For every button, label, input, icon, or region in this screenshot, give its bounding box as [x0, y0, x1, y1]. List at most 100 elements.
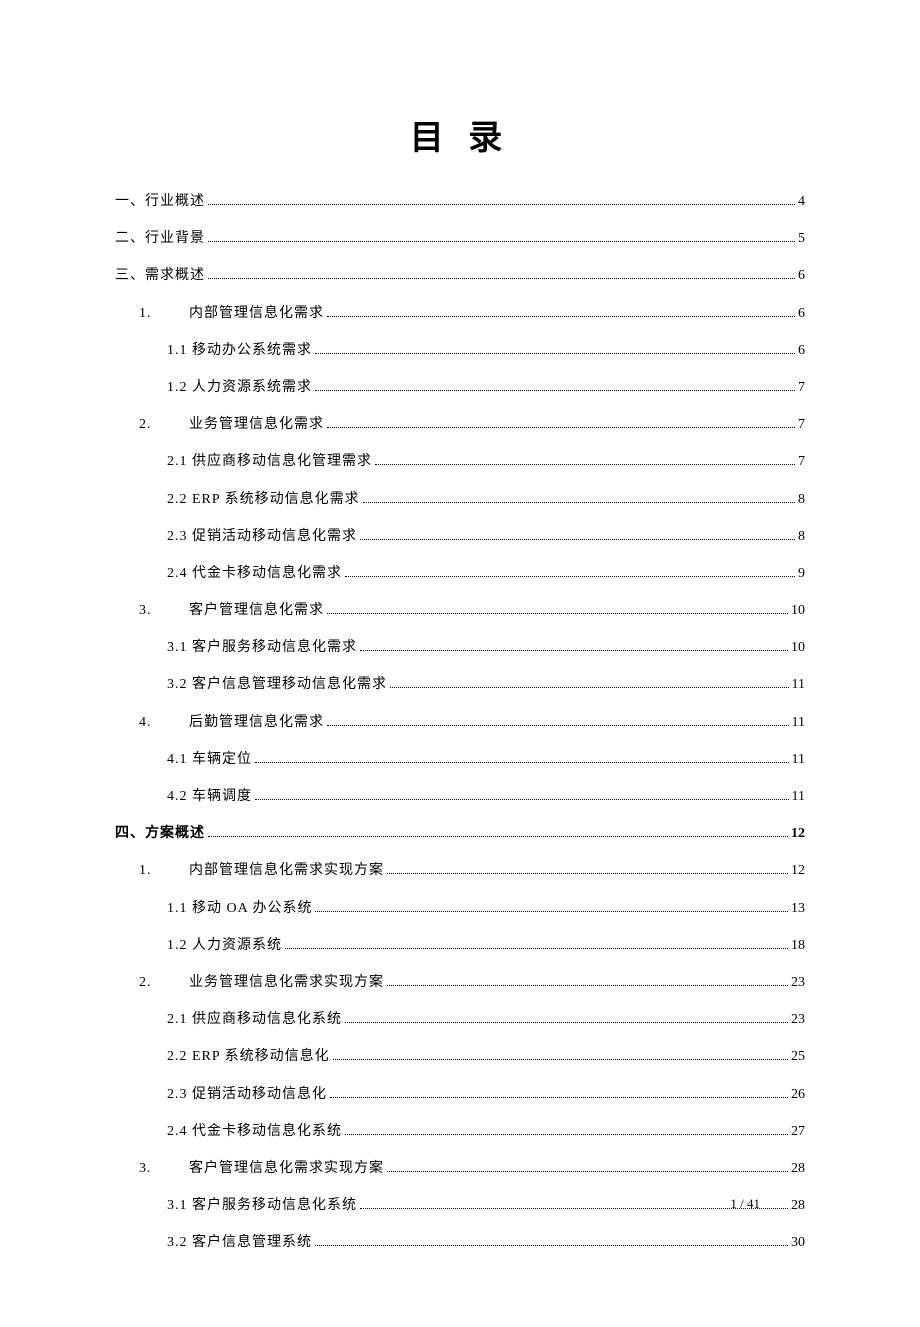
toc-leader-dots — [345, 1134, 788, 1135]
toc-entry-page: 7 — [798, 412, 805, 437]
toc-leader-dots — [387, 1171, 788, 1172]
toc-entry[interactable]: 4.后勤管理信息化需求11 — [115, 710, 805, 735]
toc-entry-label: 2.4 代金卡移动信息化需求 — [167, 561, 342, 586]
toc-entry[interactable]: 四、方案概述12 — [115, 821, 805, 846]
toc-leader-dots — [360, 539, 795, 540]
toc-entry[interactable]: 二、行业背景 5 — [115, 226, 805, 251]
toc-entry[interactable]: 1.1 移动 OA 办公系统 13 — [115, 896, 805, 921]
toc-entry-page: 26 — [791, 1082, 805, 1107]
toc-entry-text: 内部管理信息化需求 — [189, 306, 324, 321]
toc-entry-page: 13 — [791, 896, 805, 921]
toc-entry[interactable]: 4.1 车辆定位11 — [115, 747, 805, 772]
toc-entry-page: 9 — [798, 561, 805, 586]
toc-entry[interactable]: 2.1 供应商移动信息化系统23 — [115, 1007, 805, 1032]
toc-entry-page: 8 — [798, 487, 805, 512]
toc-entry-page: 10 — [791, 598, 805, 623]
toc-entry-label: 1.2 人力资源系统 — [167, 933, 282, 958]
toc-entry-number: 4. — [139, 710, 189, 735]
toc-entry[interactable]: 1.内部管理信息化需求实现方案 12 — [115, 858, 805, 883]
toc-leader-dots — [327, 316, 795, 317]
toc-entry[interactable]: 3.2 客户信息管理移动信息化需求 11 — [115, 672, 805, 697]
toc-entry-text: 业务管理信息化需求实现方案 — [189, 975, 384, 990]
toc-leader-dots — [327, 725, 789, 726]
toc-leader-dots — [327, 427, 795, 428]
toc-entry-page: 27 — [791, 1119, 805, 1144]
toc-leader-dots — [315, 1245, 788, 1246]
toc-leader-dots — [333, 1059, 788, 1060]
toc-entry-label: 三、需求概述 — [115, 263, 205, 288]
toc-leader-dots — [345, 576, 795, 577]
toc-entry[interactable]: 2.3 促销活动移动信息化 26 — [115, 1082, 805, 1107]
toc-entry-page: 28 — [791, 1193, 805, 1218]
toc-entry[interactable]: 1.2 人力资源系统 18 — [115, 933, 805, 958]
toc-entry[interactable]: 4.2 车辆调度 11 — [115, 784, 805, 809]
toc-entry-label: 1.1 移动办公系统需求 — [167, 338, 312, 363]
toc-entry-label: 1.1 移动 OA 办公系统 — [167, 896, 312, 921]
toc-entry-number: 3. — [139, 598, 189, 623]
toc-leader-dots — [315, 353, 795, 354]
toc-entry-label: 3.客户管理信息化需求 — [139, 598, 324, 623]
toc-entry[interactable]: 1.内部管理信息化需求6 — [115, 301, 805, 326]
toc-entry-label: 4.2 车辆调度 — [167, 784, 252, 809]
toc-entry-page: 4 — [798, 189, 805, 214]
table-of-contents: 一、行业概述4 二、行业背景 5 三、需求概述 6 1.内部管理信息化需求6 1.1 移动办… — [115, 189, 805, 1255]
toc-entry-page: 25 — [791, 1044, 805, 1069]
toc-leader-dots — [330, 1097, 788, 1098]
toc-entry-label: 3.2 客户信息管理移动信息化需求 — [167, 672, 387, 697]
toc-entry-label: 3.客户管理信息化需求实现方案 — [139, 1156, 384, 1181]
toc-entry[interactable]: 一、行业概述4 — [115, 189, 805, 214]
toc-entry-page: 11 — [792, 672, 805, 697]
toc-leader-dots — [255, 762, 789, 763]
toc-entry-text: 客户管理信息化需求实现方案 — [189, 1161, 384, 1176]
toc-leader-dots — [285, 948, 788, 949]
toc-entry-page: 7 — [798, 375, 805, 400]
toc-entry-number: 3. — [139, 1156, 189, 1181]
toc-entry-page: 7 — [798, 449, 805, 474]
toc-entry-page: 23 — [791, 970, 805, 995]
toc-entry[interactable]: 2.2 ERP 系统移动信息化 25 — [115, 1044, 805, 1069]
toc-entry-label: 二、行业背景 — [115, 226, 205, 251]
toc-entry-page: 6 — [798, 263, 805, 288]
toc-title: 目 录 — [115, 110, 805, 159]
toc-entry-number: 2. — [139, 412, 189, 437]
toc-leader-dots — [375, 464, 795, 465]
toc-leader-dots — [390, 687, 789, 688]
toc-entry[interactable]: 2.业务管理信息化需求实现方案 23 — [115, 970, 805, 995]
toc-entry-label: 1.内部管理信息化需求实现方案 — [139, 858, 384, 883]
toc-entry[interactable]: 2.4 代金卡移动信息化需求 9 — [115, 561, 805, 586]
toc-entry-page: 11 — [792, 784, 805, 809]
toc-entry-number: 2. — [139, 970, 189, 995]
toc-entry-page: 12 — [791, 858, 805, 883]
toc-entry[interactable]: 2.2 ERP 系统移动信息化需求8 — [115, 487, 805, 512]
toc-entry[interactable]: 2.1 供应商移动信息化管理需求 7 — [115, 449, 805, 474]
toc-leader-dots — [387, 985, 788, 986]
toc-entry-text: 业务管理信息化需求 — [189, 417, 324, 432]
toc-entry-label: 2.2 ERP 系统移动信息化 — [167, 1044, 330, 1069]
toc-entry[interactable]: 2.业务管理信息化需求 7 — [115, 412, 805, 437]
toc-entry-label: 3.2 客户信息管理系统 — [167, 1230, 312, 1255]
toc-leader-dots — [387, 873, 788, 874]
toc-entry[interactable]: 2.4 代金卡移动信息化系统27 — [115, 1119, 805, 1144]
toc-entry[interactable]: 3.2 客户信息管理系统30 — [115, 1230, 805, 1255]
toc-entry[interactable]: 3.1 客户服务移动信息化系统28 — [115, 1193, 805, 1218]
toc-entry-label: 2.3 促销活动移动信息化 — [167, 1082, 327, 1107]
toc-entry-label: 2.3 促销活动移动信息化需求 — [167, 524, 357, 549]
toc-entry-page: 5 — [798, 226, 805, 251]
toc-leader-dots — [360, 650, 788, 651]
toc-leader-dots — [327, 613, 788, 614]
toc-entry-label: 2.1 供应商移动信息化管理需求 — [167, 449, 372, 474]
toc-entry[interactable]: 1.2 人力资源系统需求 7 — [115, 375, 805, 400]
toc-entry-label: 1.2 人力资源系统需求 — [167, 375, 312, 400]
toc-entry-page: 11 — [792, 747, 805, 772]
toc-entry-page: 18 — [791, 933, 805, 958]
toc-leader-dots — [208, 204, 795, 205]
toc-entry[interactable]: 2.3 促销活动移动信息化需求8 — [115, 524, 805, 549]
toc-entry-page: 11 — [792, 710, 805, 735]
toc-leader-dots — [315, 390, 795, 391]
toc-entry[interactable]: 三、需求概述 6 — [115, 263, 805, 288]
toc-entry[interactable]: 3.1 客户服务移动信息化需求10 — [115, 635, 805, 660]
toc-entry[interactable]: 3.客户管理信息化需求实现方案 28 — [115, 1156, 805, 1181]
toc-entry-page: 28 — [791, 1156, 805, 1181]
toc-entry[interactable]: 1.1 移动办公系统需求6 — [115, 338, 805, 363]
toc-entry[interactable]: 3.客户管理信息化需求 10 — [115, 598, 805, 623]
